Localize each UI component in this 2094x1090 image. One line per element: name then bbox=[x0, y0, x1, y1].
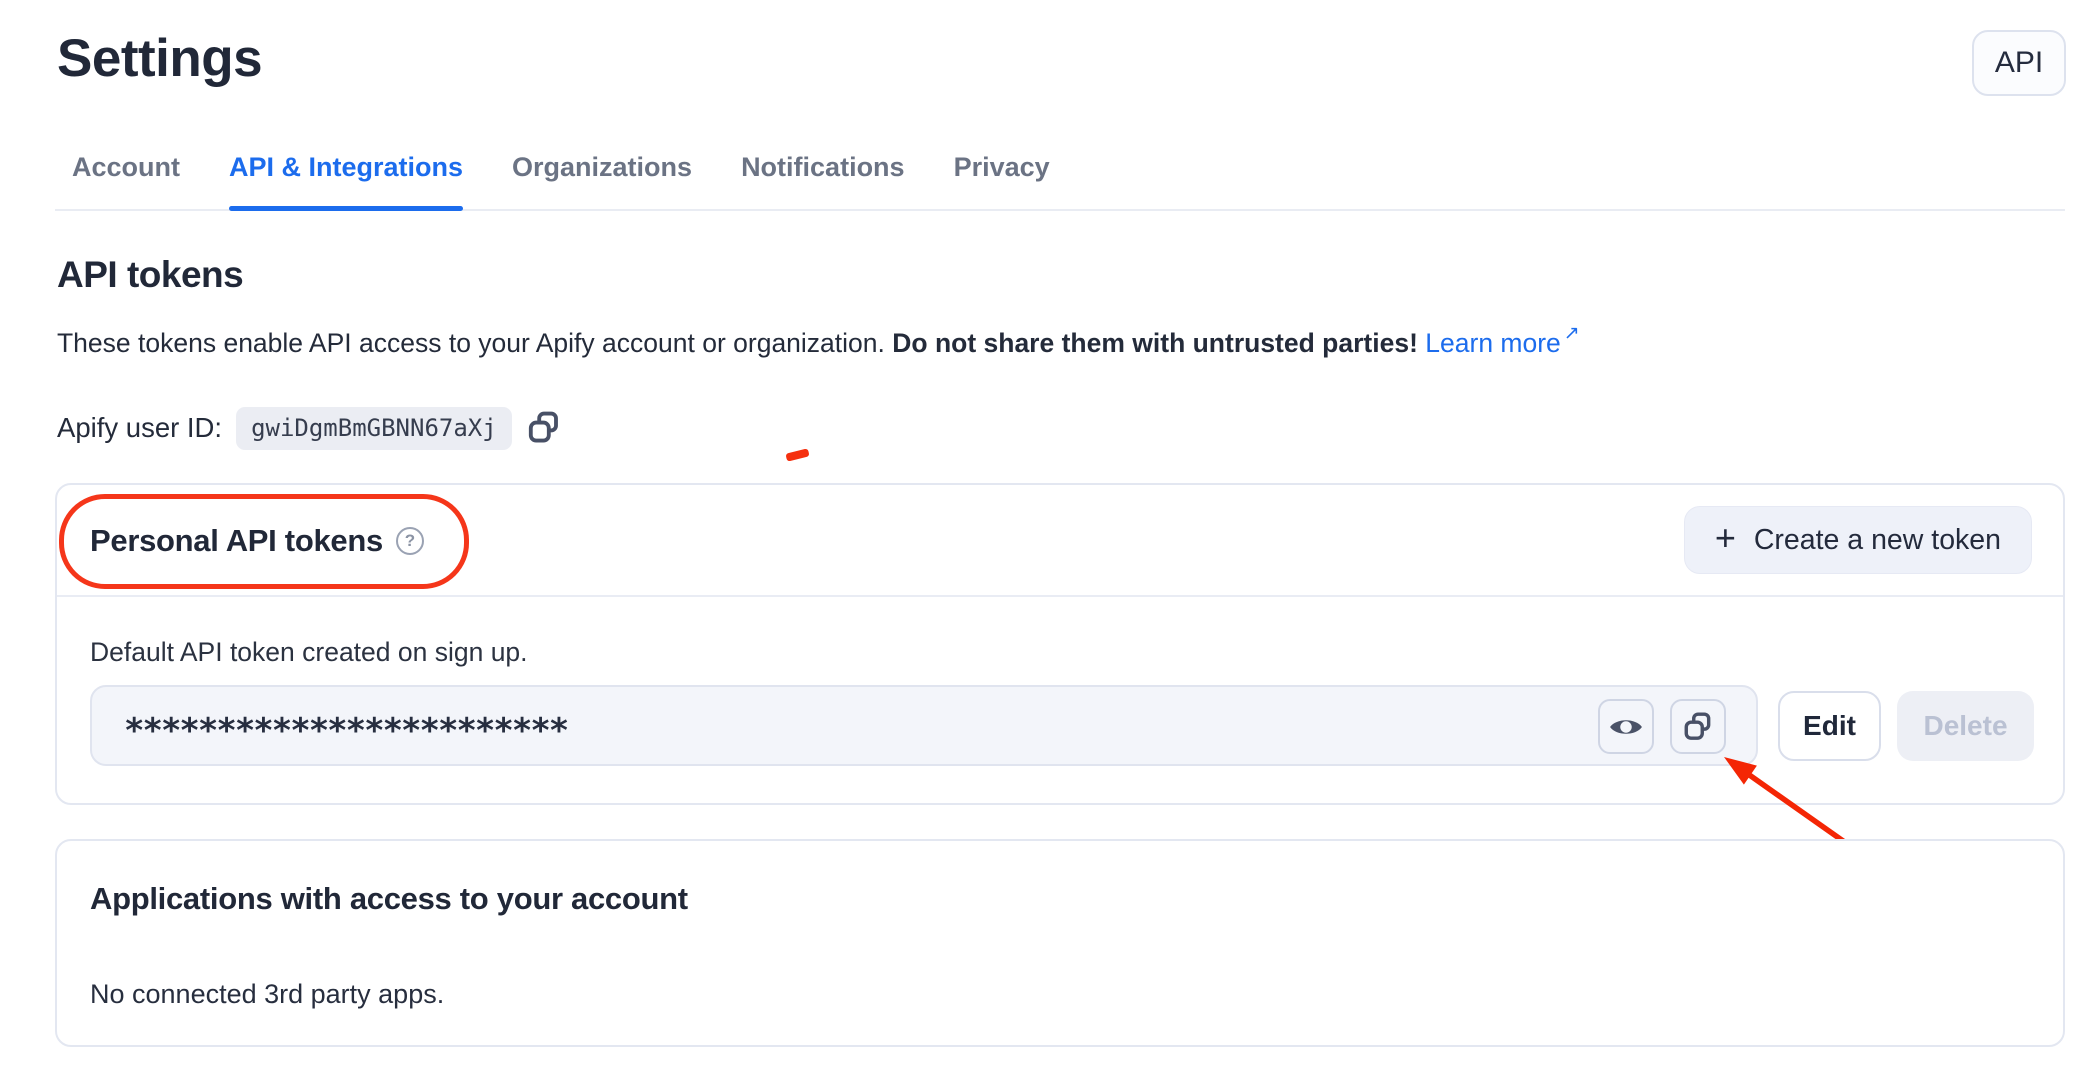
token-description: Default API token created on sign up. bbox=[90, 637, 528, 668]
api-tokens-description: These tokens enable API access to your A… bbox=[57, 322, 1580, 359]
personal-tokens-heading: Personal API tokens bbox=[90, 523, 383, 559]
api-button-label: API bbox=[1995, 46, 2043, 80]
copy-user-id-button[interactable] bbox=[526, 410, 562, 446]
personal-api-tokens-card: Personal API tokens ? + Create a new tok… bbox=[55, 483, 2065, 805]
plus-icon: + bbox=[1715, 520, 1736, 556]
create-new-token-button[interactable]: + Create a new token bbox=[1684, 506, 2032, 574]
masked-token-value: ************************ bbox=[124, 710, 567, 750]
tab-api-integrations[interactable]: API & Integrations bbox=[229, 138, 463, 209]
description-warning: Do not share them with untrusted parties… bbox=[892, 328, 1418, 358]
tab-organizations[interactable]: Organizations bbox=[512, 138, 692, 209]
api-tokens-heading: API tokens bbox=[57, 254, 243, 296]
eye-icon bbox=[1609, 715, 1643, 739]
page-title: Settings bbox=[57, 28, 262, 89]
learn-more-link[interactable]: Learn more bbox=[1425, 328, 1561, 358]
show-token-button[interactable] bbox=[1598, 699, 1654, 754]
annotation-red-dash bbox=[785, 448, 809, 461]
user-id-label: Apify user ID: bbox=[57, 412, 222, 444]
copy-token-button[interactable] bbox=[1670, 699, 1726, 754]
tab-notifications[interactable]: Notifications bbox=[741, 138, 905, 209]
edit-token-button[interactable]: Edit bbox=[1778, 691, 1881, 761]
personal-tokens-heading-row: Personal API tokens ? bbox=[90, 523, 424, 559]
delete-token-button: Delete bbox=[1897, 691, 2034, 761]
applications-empty-state: No connected 3rd party apps. bbox=[90, 979, 444, 1010]
user-id-value: gwiDgmBmGBNN67aXj bbox=[236, 407, 512, 450]
external-link-icon: ↗ bbox=[1564, 323, 1580, 344]
help-icon[interactable]: ? bbox=[396, 527, 424, 555]
personal-tokens-header: Personal API tokens ? + Create a new tok… bbox=[57, 485, 2063, 597]
tab-account[interactable]: Account bbox=[72, 138, 180, 209]
settings-page: Settings API Account API & Integrations … bbox=[0, 0, 2094, 1090]
create-new-token-label: Create a new token bbox=[1754, 524, 2001, 557]
copy-icon bbox=[526, 410, 562, 446]
copy-icon bbox=[1682, 711, 1714, 743]
tab-privacy[interactable]: Privacy bbox=[954, 138, 1050, 209]
description-text: These tokens enable API access to your A… bbox=[57, 328, 885, 358]
token-masked-field[interactable]: ************************ bbox=[90, 685, 1758, 766]
applications-heading: Applications with access to your account bbox=[90, 881, 688, 917]
settings-tabs: Account API & Integrations Organizations… bbox=[55, 138, 2065, 211]
applications-card: Applications with access to your account… bbox=[55, 839, 2065, 1047]
apify-user-id-row: Apify user ID: gwiDgmBmGBNN67aXj bbox=[57, 404, 562, 452]
api-button[interactable]: API bbox=[1972, 30, 2066, 96]
